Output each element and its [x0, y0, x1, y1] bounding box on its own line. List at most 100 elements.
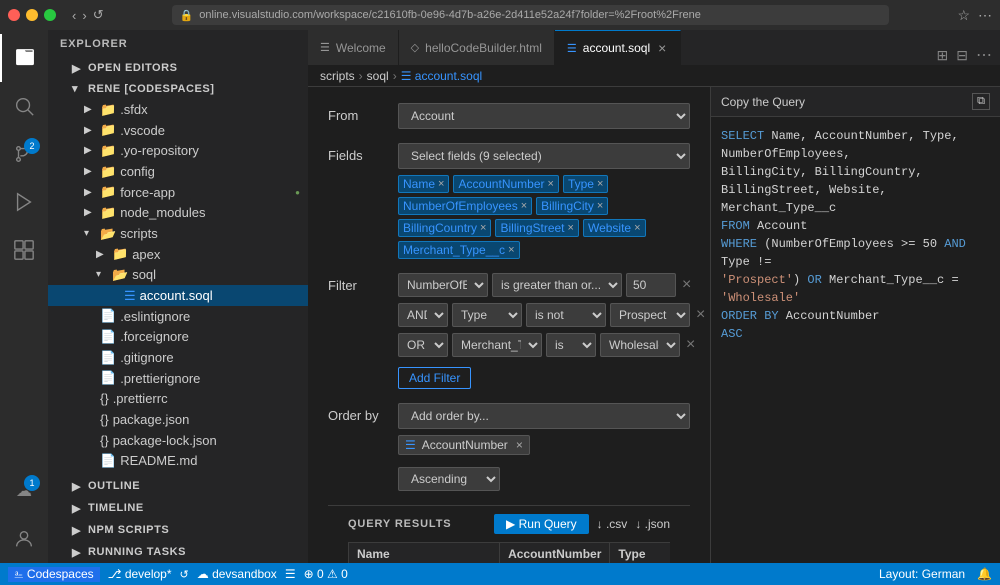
filter3-value[interactable]: Wholesale: [600, 333, 680, 357]
status-layout[interactable]: Layout: German: [879, 567, 965, 581]
sidebar-item-forceignore[interactable]: ▶ 📄 .forceignore: [48, 327, 308, 348]
sidebar-item-readme[interactable]: ▶ 📄 README.md: [48, 450, 308, 471]
window-controls[interactable]: [8, 9, 56, 21]
section-outline[interactable]: ▶ OUTLINE: [48, 475, 308, 497]
filter2-logic[interactable]: AND: [398, 303, 448, 327]
add-filter-button[interactable]: Add Filter: [398, 367, 471, 389]
sidebar-item-node-modules[interactable]: ▶ 📁 node_modules: [48, 203, 308, 224]
activity-search[interactable]: [0, 82, 48, 130]
status-spaces[interactable]: ⎁ Codespaces: [8, 567, 100, 582]
status-sync[interactable]: ↺: [180, 568, 189, 581]
breadcrumb-soql[interactable]: soql: [367, 69, 389, 83]
sidebar-item-scripts[interactable]: ▾ 📂 scripts: [48, 223, 308, 244]
settings-icon[interactable]: ⋯: [978, 7, 992, 24]
filter1-op[interactable]: is greater than or...: [492, 273, 622, 297]
sidebar-item-yo[interactable]: ▶ 📁 .yo-repository: [48, 141, 308, 162]
tab-hello[interactable]: ◇ helloCodeBuilder.html: [399, 30, 555, 65]
status-branch[interactable]: ⎇ develop*: [108, 567, 172, 581]
split-editor-icon[interactable]: ⊞: [937, 47, 949, 64]
more-actions-icon[interactable]: ⋯: [976, 45, 992, 65]
filter3-remove[interactable]: ×: [684, 336, 697, 354]
order-direction-select[interactable]: Ascending Descending: [398, 467, 500, 491]
activity-salesforce[interactable]: ☁ 1: [0, 467, 48, 515]
section-rene[interactable]: ▾ RENE [CODESPACES]: [48, 79, 308, 100]
activity-run[interactable]: [0, 178, 48, 226]
maximize-button[interactable]: [44, 9, 56, 21]
sidebar-item-vscode[interactable]: ▶ 📁 .vscode: [48, 120, 308, 141]
nav-forward[interactable]: ›: [82, 8, 86, 23]
chevron-icon: ▶: [72, 62, 88, 75]
section-label: RUNNING TASKS: [88, 546, 186, 558]
section-timeline[interactable]: ▶ TIMELINE: [48, 497, 308, 519]
sidebar-item-gitignore[interactable]: ▶ 📄 .gitignore: [48, 347, 308, 368]
layout-icon[interactable]: ⊟: [956, 47, 968, 64]
filter2-value[interactable]: Prospect: [610, 303, 690, 327]
copy-query-button[interactable]: ⧉: [972, 93, 990, 110]
remove-field-acct[interactable]: ×: [548, 178, 554, 190]
filter3-field[interactable]: Merchant_Type...: [452, 333, 542, 357]
export-csv-button[interactable]: ↓ .csv: [597, 517, 628, 531]
remove-field-type[interactable]: ×: [597, 178, 603, 190]
filter2-op[interactable]: is not: [526, 303, 606, 327]
sidebar-item-soql[interactable]: ▾ 📂 soql: [48, 265, 308, 286]
activity-git[interactable]: 2: [0, 130, 48, 178]
sidebar-item-sfdx[interactable]: ▶ 📁 .sfdx: [48, 99, 308, 120]
fields-select[interactable]: Select fields (9 selected): [398, 143, 690, 169]
tab-welcome[interactable]: ☰ Welcome: [308, 30, 399, 65]
remove-field-bs[interactable]: ×: [568, 222, 574, 234]
status-errors[interactable]: ⊕ 0 ⚠ 0: [304, 567, 348, 581]
filter2-remove[interactable]: ×: [694, 306, 707, 324]
activity-files[interactable]: [0, 34, 48, 82]
code-panel: Copy the Query ⧉ SELECT Name, AccountNum…: [710, 87, 1000, 563]
sidebar-item-apex[interactable]: ▶ 📁 apex: [48, 244, 308, 265]
address-bar[interactable]: 🔒 online.visualstudio.com/workspace/c216…: [172, 5, 890, 25]
sidebar-item-package-lock[interactable]: ▶ {} package-lock.json: [48, 430, 308, 451]
status-menu[interactable]: ☰: [285, 567, 296, 581]
nav-back[interactable]: ‹: [72, 8, 76, 23]
from-select[interactable]: Account: [398, 103, 690, 129]
sidebar-item-prettierrc[interactable]: ▶ {} .prettierrc: [48, 389, 308, 410]
from-row: From Account: [328, 103, 690, 129]
remove-field-name[interactable]: ×: [438, 178, 444, 190]
section-running-tasks[interactable]: ▶ RUNNING TASKS: [48, 541, 308, 563]
status-devsandbox[interactable]: ☁ devsandbox: [197, 567, 277, 581]
breadcrumb-scripts[interactable]: scripts: [320, 69, 355, 83]
activity-extensions[interactable]: [0, 226, 48, 274]
tabs-bar: ☰ Welcome ◇ helloCodeBuilder.html ☰ acco…: [308, 30, 1000, 65]
remove-field-web[interactable]: ×: [634, 222, 640, 234]
remove-field-bc[interactable]: ×: [597, 200, 603, 212]
breadcrumb-file[interactable]: ☰ account.soql: [401, 69, 482, 83]
sidebar-item-eslintignore[interactable]: ▶ 📄 .eslintignore: [48, 306, 308, 327]
tab-close-icon[interactable]: ×: [656, 40, 668, 56]
run-query-button[interactable]: ▶ Run Query: [494, 514, 589, 534]
sidebar-item-config[interactable]: ▶ 📁 config: [48, 161, 308, 182]
remove-field-bco[interactable]: ×: [480, 222, 486, 234]
section-open-editors[interactable]: ▶ OPEN EDITORS: [48, 58, 308, 79]
minimize-button[interactable]: [26, 9, 38, 21]
order-tag-remove[interactable]: ×: [516, 438, 523, 452]
status-bell[interactable]: 🔔: [977, 567, 992, 581]
tab-account-soql[interactable]: ☰ account.soql ×: [555, 30, 681, 65]
order-by-select[interactable]: Add order by...: [398, 403, 690, 429]
activity-account[interactable]: [0, 515, 48, 563]
reload[interactable]: ↺: [93, 7, 104, 23]
sidebar-item-force-app[interactable]: ▶ 📁 force-app ●: [48, 182, 308, 203]
filter1-field[interactable]: NumberOfEmploy...: [398, 273, 488, 297]
remove-field-noe[interactable]: ×: [521, 200, 527, 212]
star-icon[interactable]: ☆: [957, 7, 970, 24]
export-json-button[interactable]: ↓ .json: [635, 517, 670, 531]
fields-label: Fields: [328, 143, 398, 163]
activity-bar: 2 ☁ 1: [0, 30, 48, 563]
sidebar-item-prettierignore[interactable]: ▶ 📄 .prettierignore: [48, 368, 308, 389]
section-npm[interactable]: ▶ NPM SCRIPTS: [48, 519, 308, 541]
filter2-field[interactable]: Type: [452, 303, 522, 327]
filter3-logic[interactable]: OR: [398, 333, 448, 357]
sidebar-item-account-soql[interactable]: ▶ ☰ account.soql: [48, 285, 308, 306]
filter1-value[interactable]: [626, 273, 676, 297]
sidebar-item-package-json[interactable]: ▶ {} package.json: [48, 409, 308, 430]
breadcrumb: scripts › soql › ☰ account.soql: [308, 65, 1000, 87]
close-button[interactable]: [8, 9, 20, 21]
filter3-op[interactable]: is: [546, 333, 596, 357]
filter1-remove[interactable]: ×: [680, 276, 693, 294]
remove-field-mer[interactable]: ×: [508, 244, 514, 256]
